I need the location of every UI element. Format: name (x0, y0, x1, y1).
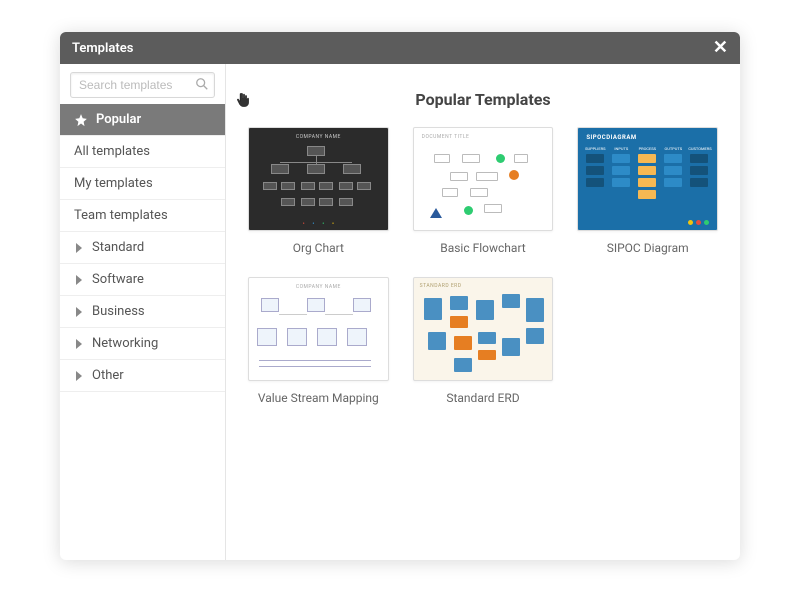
thumb-title: DOCUMENT TITLE (422, 134, 470, 140)
thumb-title: STANDARD ERD (420, 283, 462, 289)
sidebar-item-networking[interactable]: Networking (60, 328, 225, 360)
sidebar-item-label: Team templates (74, 208, 168, 223)
sidebar-item-label: All templates (74, 144, 150, 159)
template-thumb: SIPOCDIAGRAM SUPPLIERS INPUTS PROCESS OU… (577, 127, 718, 231)
chevron-right-icon (74, 307, 84, 317)
sidebar-item-label: My templates (74, 176, 153, 191)
template-card-org-chart[interactable]: COMPANY NAME ●●●● Org Chart (248, 127, 389, 255)
sidebar-item-all-templates[interactable]: All templates (60, 136, 225, 168)
sidebar-item-my-templates[interactable]: My templates (60, 168, 225, 200)
sidebar-item-standard[interactable]: Standard (60, 232, 225, 264)
template-card-value-stream-mapping[interactable]: COMPANY NAME Value Stream Mapping (248, 277, 389, 405)
sidebar-item-label: Standard (92, 240, 144, 255)
sidebar-item-label: Networking (92, 336, 158, 351)
sidebar-item-team-templates[interactable]: Team templates (60, 200, 225, 232)
chevron-right-icon (74, 371, 84, 381)
sidebar-item-business[interactable]: Business (60, 296, 225, 328)
template-thumb: STANDARD ERD (413, 277, 554, 381)
template-thumb: COMPANY NAME (248, 277, 389, 381)
sidebar-item-software[interactable]: Software (60, 264, 225, 296)
sidebar-item-label: Other (92, 368, 124, 383)
template-label: Standard ERD (413, 391, 554, 405)
thumb-title: SIPOCDIAGRAM (586, 134, 636, 141)
template-thumb: DOCUMENT TITLE (413, 127, 554, 231)
modal-title: Templates (72, 41, 133, 56)
template-label: Value Stream Mapping (248, 391, 389, 405)
modal-header: Templates ✕ (60, 32, 740, 64)
modal-body: Popular All templates My templates Team … (60, 64, 740, 560)
sidebar-item-label: Business (92, 304, 145, 319)
template-grid: COMPANY NAME ●●●● Org Chart (248, 127, 718, 405)
sidebar-nav: Popular All templates My templates Team … (60, 104, 225, 560)
page-title: Popular Templates (248, 90, 718, 109)
sidebar-item-popular[interactable]: Popular (60, 104, 225, 136)
template-label: SIPOC Diagram (577, 241, 718, 255)
search-box (70, 72, 215, 98)
template-thumb: COMPANY NAME ●●●● (248, 127, 389, 231)
sidebar-item-label: Software (92, 272, 144, 287)
main-panel: Popular Templates COMPANY NAME (226, 64, 740, 560)
thumb-title: COMPANY NAME (249, 134, 388, 140)
close-icon[interactable]: ✕ (713, 39, 728, 57)
search-wrap (60, 64, 225, 104)
template-label: Basic Flowchart (413, 241, 554, 255)
star-icon (74, 113, 88, 127)
chevron-right-icon (74, 243, 84, 253)
search-icon (195, 77, 209, 91)
sidebar: Popular All templates My templates Team … (60, 64, 226, 560)
cursor-hand-icon (236, 92, 252, 108)
template-label: Org Chart (248, 241, 389, 255)
chevron-right-icon (74, 339, 84, 349)
template-card-sipoc-diagram[interactable]: SIPOCDIAGRAM SUPPLIERS INPUTS PROCESS OU… (577, 127, 718, 255)
sidebar-item-other[interactable]: Other (60, 360, 225, 392)
chevron-right-icon (74, 275, 84, 285)
template-card-basic-flowchart[interactable]: DOCUMENT TITLE Basic Fl (413, 127, 554, 255)
sidebar-item-label: Popular (96, 112, 141, 127)
thumb-title: COMPANY NAME (249, 284, 388, 290)
search-input[interactable] (70, 72, 215, 98)
templates-modal: Templates ✕ Popular All templates My (60, 32, 740, 560)
template-card-standard-erd[interactable]: STANDARD ERD (413, 277, 554, 405)
